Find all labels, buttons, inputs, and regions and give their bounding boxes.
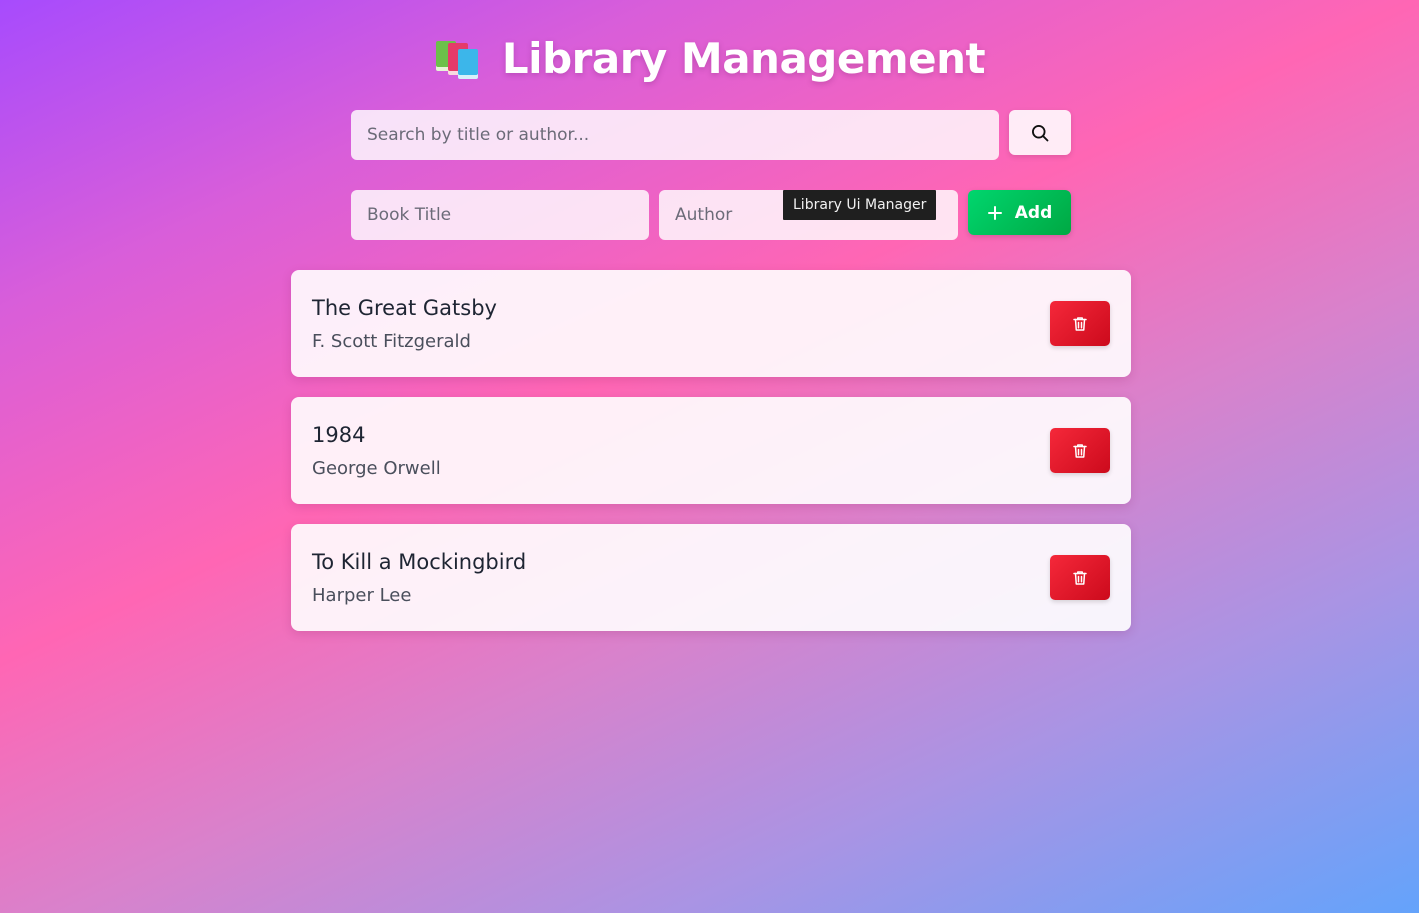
trash-icon bbox=[1073, 443, 1087, 458]
author-field-wrapper: Library Ui Manager bbox=[659, 190, 958, 240]
delete-button[interactable] bbox=[1050, 555, 1110, 600]
book-title-input[interactable] bbox=[351, 190, 649, 240]
add-book-form: Library Ui Manager Add bbox=[351, 190, 1071, 240]
books-icon bbox=[434, 37, 482, 81]
search-input[interactable] bbox=[351, 110, 999, 160]
book-list: The Great Gatsby F. Scott Fitzgerald 198… bbox=[291, 270, 1131, 651]
book-title: 1984 bbox=[312, 423, 366, 447]
book-card: The Great Gatsby F. Scott Fitzgerald bbox=[291, 270, 1131, 377]
book-title: To Kill a Mockingbird bbox=[312, 550, 527, 574]
page-title: Library Management bbox=[501, 34, 986, 83]
page-header: Library Management bbox=[0, 34, 1419, 83]
delete-button[interactable] bbox=[1050, 428, 1110, 473]
book-title: The Great Gatsby bbox=[312, 296, 497, 320]
book-card: 1984 George Orwell bbox=[291, 397, 1131, 504]
add-button-label: Add bbox=[1014, 202, 1053, 223]
book-author: F. Scott Fitzgerald bbox=[312, 331, 471, 352]
book-card: To Kill a Mockingbird Harper Lee bbox=[291, 524, 1131, 631]
trash-icon bbox=[1073, 316, 1087, 331]
search-button[interactable] bbox=[1009, 110, 1071, 155]
search-icon bbox=[1032, 124, 1049, 141]
tooltip: Library Ui Manager bbox=[783, 190, 937, 220]
delete-button[interactable] bbox=[1050, 301, 1110, 346]
book-author: Harper Lee bbox=[312, 585, 412, 606]
search-bar bbox=[351, 110, 1071, 160]
book-author: George Orwell bbox=[312, 458, 441, 479]
trash-icon bbox=[1073, 570, 1087, 585]
add-button[interactable]: Add bbox=[968, 190, 1071, 235]
plus-icon bbox=[987, 205, 1002, 220]
